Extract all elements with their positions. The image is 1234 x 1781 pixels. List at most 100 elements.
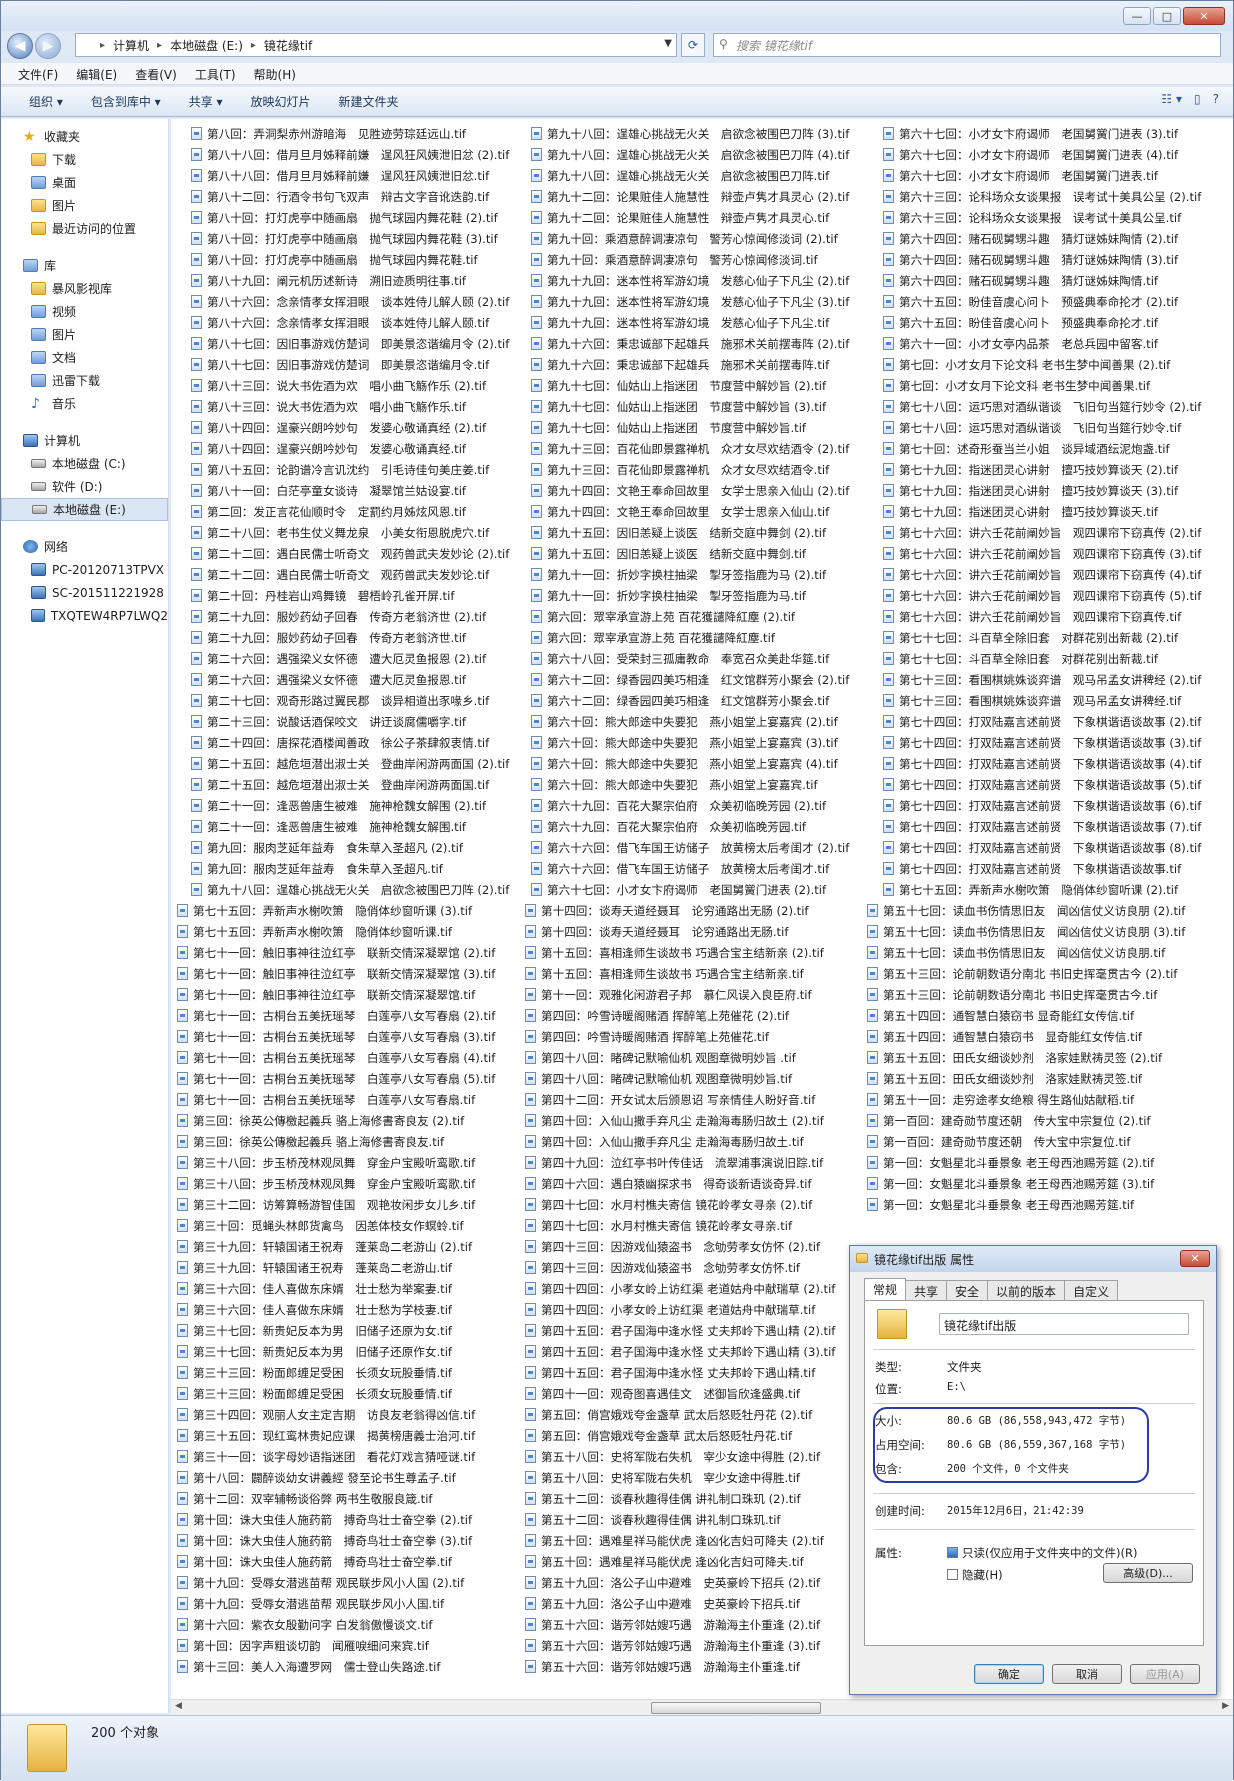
file-item[interactable]: 第三十一回：谈字母妙语指迷团 看花灯戏言猜哑谜.tif (177, 1446, 522, 1467)
file-item[interactable]: 第九十三回：百花仙即景露禅机 众才女尽欢结酒令.tif (531, 459, 866, 480)
help-icon[interactable]: ? (1213, 92, 1219, 106)
sidebar-item[interactable]: 迅雷下载 (1, 369, 168, 392)
tab-security[interactable]: 安全 (946, 1280, 989, 1300)
file-item[interactable]: 第七十四回：打双陆嘉言述前贤 下象棋谐语谈故事.tif (883, 858, 1228, 879)
file-item[interactable]: 第七十九回：指迷团灵心讲射 擅巧技妙算谈天 (2).tif (883, 459, 1228, 480)
file-item[interactable]: 第八十三回：说大书佐酒为欢 唱小曲飞觞作乐.tif (191, 396, 531, 417)
file-item[interactable]: 第四十五回：君子国海中逢水怪 丈夫邦岭下遇山精 (3).tif (525, 1341, 875, 1362)
menu-file[interactable]: 文件(F) (9, 63, 67, 84)
file-item[interactable]: 第九十七回：仙姑山上指迷团 节度营中解妙旨.tif (531, 417, 866, 438)
preview-pane-icon[interactable]: ▯ (1194, 92, 1201, 106)
file-item[interactable]: 第七十六回：讲六壬花前阐妙旨 观四课帘下窃真传 (3).tif (883, 543, 1228, 564)
breadcrumb-folder[interactable]: 镜花缘tif (264, 37, 312, 54)
file-item[interactable]: 第四十七回：水月村樵夫寄信 镜花岭孝女寻亲 (2).tif (525, 1194, 875, 1215)
menu-help[interactable]: 帮助(H) (245, 63, 305, 84)
file-item[interactable]: 第三十二回：访筹算畅游智佳国 观艳妆闲步女儿乡.tif (177, 1194, 522, 1215)
sidebar-item[interactable]: 计算机 (1, 429, 168, 452)
sidebar-item[interactable]: 本地磁盘 (C:) (1, 452, 168, 475)
file-item[interactable]: 第五十六回：谐芳邻姑嫂巧遇 游瀚海主仆重逢 (2).tif (525, 1614, 875, 1635)
file-item[interactable]: 第九十八回：逞雄心挑战无火关 启欲念被围巴刀阵 (4).tif (531, 144, 866, 165)
file-item[interactable]: 第五十回：遇难星祥马能伏虎 逢凶化吉妇可降夫.tif (525, 1551, 875, 1572)
file-item[interactable]: 第十九回：受辱女潜逃苗帮 观民联步风小人国 (2).tif (177, 1572, 522, 1593)
file-item[interactable]: 第九十八回：逞雄心挑战无火关 启欲念被围巴刀阵 (2).tif (191, 879, 531, 900)
file-item[interactable]: 第七十四回：打双陆嘉言述前贤 下象棋谐语谈故事 (8).tif (883, 837, 1228, 858)
file-item[interactable]: 第八十回：打灯虎亭中随画扇 抛气球园内舞花鞋.tif (191, 249, 531, 270)
file-item[interactable]: 第二十八回：老书生仗义舞龙泉 小美女衔恩脱虎穴.tif (191, 522, 531, 543)
sidebar-item[interactable]: ♪ 音乐 (1, 392, 168, 415)
sidebar-item[interactable]: 库 (1, 254, 168, 277)
minimize-button[interactable]: — (1123, 7, 1151, 25)
file-item[interactable]: 第五十一回：走穷途孝女绝粮 得生路仙姑献稻.tif (867, 1089, 1227, 1110)
sidebar-item[interactable]: 软件 (D:) (1, 475, 168, 498)
file-item[interactable]: 第五十八回：史将军陇右失机 宰少女途中得胜 (2).tif (525, 1446, 875, 1467)
file-item[interactable]: 第七十四回：打双陆嘉言述前贤 下象棋谐语谈故事 (6).tif (883, 795, 1228, 816)
file-item[interactable]: 第七十九回：指迷团灵心讲射 擅巧技妙算谈天.tif (883, 501, 1228, 522)
file-item[interactable]: 第八十回：打灯虎亭中随画扇 抛气球园内舞花鞋 (2).tif (191, 207, 531, 228)
file-item[interactable]: 第七十一回：古桐台五美抚瑶琴 白莲亭八女写春扇 (3).tif (177, 1026, 522, 1047)
file-item[interactable]: 第一回：女魁星北斗垂景象 老王母西池赐芳筵 (2).tif (867, 1152, 1227, 1173)
file-item[interactable]: 第九十七回：仙姑山上指迷团 节度营中解妙旨 (3).tif (531, 396, 866, 417)
file-item[interactable]: 第九十八回：逞雄心挑战无火关 启欲念被围巴刀阵 (3).tif (531, 123, 866, 144)
file-item[interactable]: 第七十一回：古桐台五美抚瑶琴 白莲亭八女写春扇 (5).tif (177, 1068, 522, 1089)
file-item[interactable]: 第四十五回：君子国海中逢水怪 丈夫邦岭下遇山精 (2).tif (525, 1320, 875, 1341)
file-item[interactable]: 第七十八回：运巧思对酒纵谐谈 飞旧句当筵行妙令.tif (883, 417, 1228, 438)
file-item[interactable]: 第三十九回：轩辕国诸王祝寿 蓬莱岛二老游山.tif (177, 1257, 522, 1278)
file-item[interactable]: 第二十一回：逢恶兽唐生被难 施神枪魏女解围.tif (191, 816, 531, 837)
sidebar-item[interactable]: 暴风影视库 (1, 277, 168, 300)
file-item[interactable]: 第六十九回：百花大聚宗伯府 众美初临晚芳园.tif (531, 816, 866, 837)
file-item[interactable]: 第十回：诛大虫佳人施药箭 搏奇鸟壮士奋空拳 (2).tif (177, 1509, 522, 1530)
file-item[interactable]: 第三十七回：新贵妃反本为男 旧储子还原为女.tif (177, 1320, 522, 1341)
file-item[interactable]: 第十三回：美人入海遭罗网 儒士登山失路途.tif (177, 1656, 522, 1677)
file-item[interactable]: 第六十四回：赌石砚舅甥斗趣 猜灯谜姊妹陶情 (3).tif (883, 249, 1228, 270)
breadcrumb-drive-e[interactable]: 本地磁盘 (E:) (170, 37, 243, 54)
file-item[interactable]: 第九十九回：迷本性将军游幻境 发慈心仙子下凡尘 (3).tif (531, 291, 866, 312)
file-item[interactable]: 第二十回：丹桂岩山鸡舞镜 碧梧岭孔雀开屏.tif (191, 585, 531, 606)
file-item[interactable]: 第七十一回：古桐台五美抚瑶琴 白莲亭八女写春扇.tif (177, 1089, 522, 1110)
file-item[interactable]: 第三十七回：新贵妃反本为男 旧储子还原作女.tif (177, 1341, 522, 1362)
file-item[interactable]: 第四十三回：因游戏仙猿盗书 念劬劳孝女仿怀 (2).tif (525, 1236, 875, 1257)
file-item[interactable]: 第七十六回：讲六壬花前阐妙旨 观四课帘下窃真传.tif (883, 606, 1228, 627)
file-item[interactable]: 第五十七回：读血书伤情思旧友 闻凶信仗义访良朋.tif (867, 942, 1227, 963)
file-item[interactable]: 第三十六回：佳人喜做东床婿 壮士愁为举案妻.tif (177, 1278, 522, 1299)
tab-general[interactable]: 常规 (864, 1278, 907, 1300)
view-options-icon[interactable]: ☷ ▾ (1161, 92, 1182, 106)
file-item[interactable]: 第四十回：入仙山撒手弃凡尘 走瀚海毒肠归故土 (2).tif (525, 1110, 875, 1131)
file-item[interactable]: 第七十三回：看围棋姚姝谈弈谱 观马吊孟女讲稗经 (2).tif (883, 669, 1228, 690)
file-item[interactable]: 第二十二回：遇白民儒士听奇文 观药兽武夫发妙论.tif (191, 564, 531, 585)
file-item[interactable]: 第六十回：熊大郎途中失要犯 燕小姐堂上宴嘉宾 (2).tif (531, 711, 866, 732)
search-input[interactable]: ⚲ 搜索 镜花缘tif (713, 33, 1221, 57)
file-item[interactable]: 第二十九回：服妙药幼子回春 传奇方老翁济世.tif (191, 627, 531, 648)
file-item[interactable]: 第三十五回：现红鸾林贵妃应课 揭黄榜唐義士治河.tif (177, 1425, 522, 1446)
file-item[interactable]: 第六十六回：借飞车国王访储子 放黄榜太后考闺才.tif (531, 858, 866, 879)
file-item[interactable]: 第七十五回：弄新声水榭吹箫 隐俏体纱窗听课 (2).tif (883, 879, 1228, 900)
organize-button[interactable]: 组织 ▾ (15, 93, 77, 110)
file-item[interactable]: 第三十三回：粉面郎缠足受困 长须女玩股垂情.tif (177, 1383, 522, 1404)
sidebar-item[interactable]: 本地磁盘 (E:) (1, 498, 168, 521)
file-item[interactable]: 第七十六回：讲六壬花前阐妙旨 观四课帘下窃真传 (2).tif (883, 522, 1228, 543)
file-item[interactable]: 第六十七回：小才女卞府谒师 老国舅黉门进表 (4).tif (883, 144, 1228, 165)
forward-button[interactable]: ▶ (35, 33, 61, 59)
file-item[interactable]: 第二回：发正言花仙顺时令 定罰约月姊炫风恩.tif (191, 501, 531, 522)
file-item[interactable]: 第五十二回：谈春秋趣得佳偶 讲礼制口珠玑 (2).tif (525, 1488, 875, 1509)
file-item[interactable]: 第九十一回：折妙字换柱抽梁 掣牙签指鹿为马.tif (531, 585, 866, 606)
file-item[interactable]: 第一回：女魁星北斗垂景象 老王母西池赐芳筵 (3).tif (867, 1173, 1227, 1194)
file-item[interactable]: 第八回：弄洞梨赤州游暗海 见胜迹劳琮廷远山.tif (191, 123, 531, 144)
file-item[interactable]: 第五十五回：田氏女细谈妙剂 洛家娃默祷灵签.tif (867, 1068, 1227, 1089)
file-item[interactable]: 第六十六回：借飞车国王访储子 放黄榜太后考闺才 (2).tif (531, 837, 866, 858)
file-item[interactable]: 第十四回：谈寿夭道经聂耳 论穷通路出无肠.tif (525, 921, 875, 942)
file-item[interactable]: 第八十五回：论韵谱冷言讥沈约 引毛诗佳句美庄姜.tif (191, 459, 531, 480)
include-in-library-button[interactable]: 包含到库中 ▾ (77, 93, 175, 110)
file-item[interactable]: 第六十三回：论科场众女谈果报 误考试十美具公呈.tif (883, 207, 1228, 228)
file-item[interactable]: 第五十四回：通智慧白猿窃书 显奇能红女传信.tif (867, 1005, 1227, 1026)
file-item[interactable]: 第七十一回：触旧事神往泣红亭 联新交情深凝翠馆 (3).tif (177, 963, 522, 984)
file-item[interactable]: 第六十七回：小才女卞府谒师 老国舅黉门进表 (2).tif (531, 879, 866, 900)
file-item[interactable]: 第五十三回：论前朝数语分南北 书旧史挥毫贯古今 (2).tif (867, 963, 1227, 984)
file-item[interactable]: 第五十回：遇难星祥马能伏虎 逢凶化吉妇可降夫 (2).tif (525, 1530, 875, 1551)
hidden-checkbox[interactable]: 隐藏(H) (947, 1567, 1003, 1583)
file-item[interactable]: 第一百回：建奇勋节度还朝 传大宝中宗复位.tif (867, 1131, 1227, 1152)
file-item[interactable]: 第九十七回：仙姑山上指迷团 节度营中解妙旨 (2).tif (531, 375, 866, 396)
file-item[interactable]: 第六十七回：小才女卞府谒师 老国舅黉门进表.tif (883, 165, 1228, 186)
file-item[interactable]: 第七十四回：打双陆嘉言述前贤 下象棋谐语谈故事 (5).tif (883, 774, 1228, 795)
file-item[interactable]: 第六回：眾宰承宣游上苑 百花獲譴降紅塵 (2).tif (531, 606, 866, 627)
chevron-down-icon[interactable]: ▼ (664, 38, 672, 49)
